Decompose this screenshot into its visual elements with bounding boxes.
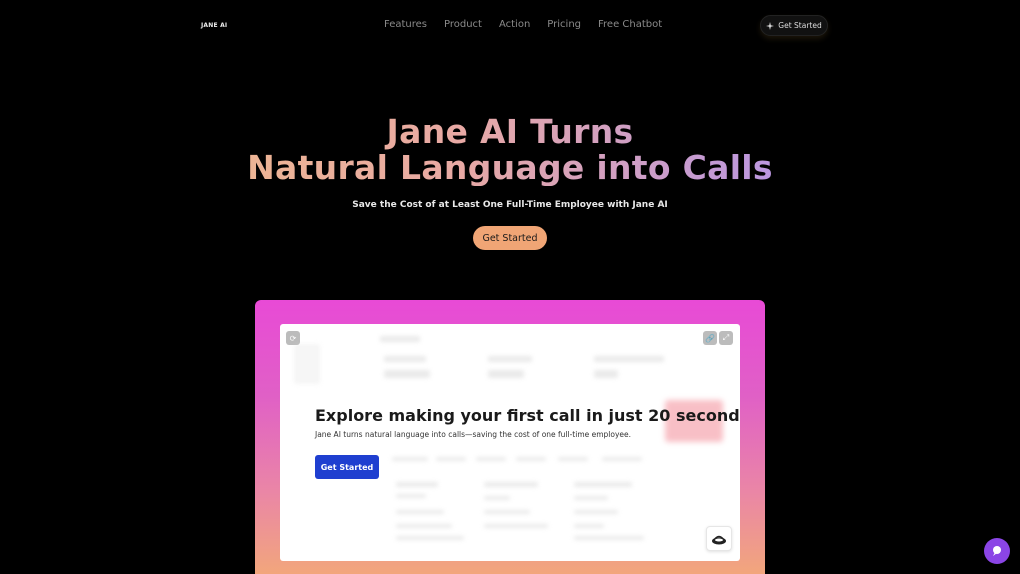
blurred-text: [488, 370, 524, 378]
refresh-icon[interactable]: ⟳: [286, 331, 300, 345]
blurred-col: [484, 496, 510, 500]
blurred-text: [594, 356, 664, 362]
blurred-col: [574, 524, 604, 528]
blurred-tab: [558, 457, 588, 461]
product-showcase: ⟳ 🔗 ⤢ Explore making your first call in …: [255, 300, 765, 574]
chat-bot-icon: [712, 535, 726, 544]
nav-link-free-chatbot[interactable]: Free Chatbot: [598, 19, 662, 30]
floating-chat-button[interactable]: [984, 538, 1010, 564]
blurred-heading: [380, 336, 420, 342]
blurred-tab: [516, 457, 546, 461]
blurred-col: [574, 482, 632, 487]
blurred-sidebar: [294, 344, 320, 384]
hero-title: Jane AI Turns Natural Language into Call…: [0, 114, 1020, 186]
sparkle-icon: [766, 21, 775, 30]
blurred-col: [396, 510, 444, 514]
blurred-tab: [476, 457, 506, 461]
app-preview-window: ⟳ 🔗 ⤢ Explore making your first call in …: [280, 324, 740, 561]
nav-link-product[interactable]: Product: [444, 19, 482, 30]
blurred-text: [488, 356, 532, 362]
top-nav: JANE AI Features Product Action Pricing …: [0, 0, 1020, 52]
blurred-col: [574, 536, 644, 540]
expand-icon[interactable]: ⤢: [719, 331, 733, 345]
blurred-col: [574, 510, 618, 514]
showcase-title: Explore making your first call in just 2…: [315, 406, 740, 425]
blurred-col: [396, 494, 426, 498]
nav-link-features[interactable]: Features: [384, 19, 427, 30]
hero-subtitle: Save the Cost of at Least One Full-Time …: [352, 200, 668, 210]
blurred-tab: [436, 457, 466, 461]
nav-link-action[interactable]: Action: [499, 19, 530, 30]
blurred-text: [384, 370, 430, 378]
blurred-tab: [602, 457, 642, 461]
blurred-col: [396, 536, 464, 540]
logo[interactable]: JANE AI: [201, 22, 227, 29]
blurred-col: [396, 482, 438, 487]
link-icon[interactable]: 🔗: [703, 331, 717, 345]
hero-title-line-1: Jane AI Turns: [0, 114, 1020, 150]
hero-get-started-button[interactable]: Get Started: [473, 226, 547, 250]
nav-links: Features Product Action Pricing Free Cha…: [384, 19, 662, 30]
blurred-col: [484, 510, 530, 514]
chat-bubble-icon: [993, 546, 1001, 556]
hero-title-line-2: Natural Language into Calls: [0, 150, 1020, 186]
blurred-text: [594, 370, 618, 378]
showcase-description: Jane AI turns natural language into call…: [315, 430, 632, 439]
blurred-tab: [392, 457, 428, 461]
blurred-col: [396, 524, 452, 528]
showcase-get-started-button[interactable]: Get Started: [315, 455, 379, 479]
nav-link-pricing[interactable]: Pricing: [547, 19, 581, 30]
chat-widget-button[interactable]: [706, 526, 732, 551]
blurred-text: [384, 356, 426, 362]
blurred-col: [484, 524, 548, 528]
nav-get-started-label: Get Started: [778, 21, 822, 30]
nav-get-started-button[interactable]: Get Started: [760, 15, 828, 36]
blurred-col: [574, 496, 608, 500]
blurred-col: [484, 482, 538, 487]
